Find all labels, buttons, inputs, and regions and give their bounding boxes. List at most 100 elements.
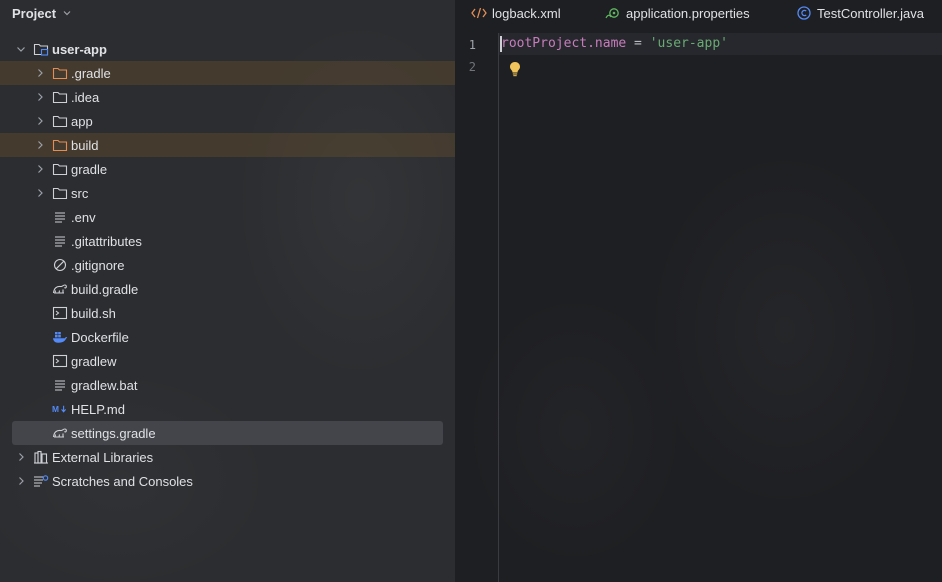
tree-item-build-sh[interactable]: build.sh xyxy=(0,301,455,325)
gradle-elephant-icon xyxy=(52,425,68,441)
project-tool-window: Project user-app .gradle .idea app build grad… xyxy=(0,0,455,582)
gradle-elephant-icon xyxy=(52,281,68,297)
java-class-icon xyxy=(797,6,811,20)
tree-item-label: src xyxy=(71,185,89,201)
tree-expander[interactable] xyxy=(15,451,27,463)
project-tree: user-app .gradle .idea app build gradle src .en… xyxy=(0,37,455,493)
tree-item-external-libraries[interactable]: External Libraries xyxy=(0,445,455,469)
tree-expander[interactable] xyxy=(34,67,46,79)
text-caret xyxy=(500,36,502,52)
tree-item-build-gradle[interactable]: build.gradle xyxy=(0,277,455,301)
tree-expander[interactable] xyxy=(34,163,46,175)
tree-item-label: gradlew xyxy=(71,353,117,369)
tree-item-label: build.sh xyxy=(71,305,116,321)
xml-tag-icon xyxy=(471,7,487,19)
tree-item-build[interactable]: build xyxy=(0,133,455,157)
code-string: 'user-app' xyxy=(649,36,728,51)
tree-item-help-md[interactable]: M HELP.md xyxy=(0,397,455,421)
tree-expander[interactable] xyxy=(34,187,46,199)
folder-excluded-icon xyxy=(52,65,68,81)
tab-label: TestController.java xyxy=(817,5,924,21)
markdown-icon: M xyxy=(52,401,68,417)
folder-icon xyxy=(52,161,68,177)
tree-item-src[interactable]: src xyxy=(0,181,455,205)
tree-item-label: build xyxy=(71,137,99,153)
chevron-right-icon[interactable] xyxy=(35,188,45,198)
tree-expander[interactable] xyxy=(15,43,27,55)
tab-label: application.properties xyxy=(626,5,750,21)
tree-item-label: External Libraries xyxy=(52,449,154,465)
editor-area: logback.xml application.properties TestC… xyxy=(455,0,942,582)
shell-script-icon xyxy=(52,353,68,369)
tree-item-label: settings.gradle xyxy=(71,425,156,441)
tree-item-gitignore[interactable]: .gitignore xyxy=(0,253,455,277)
code-line-1[interactable]: rootProject.name = 'user-app' xyxy=(501,36,728,51)
tree-item-label: app xyxy=(71,113,93,129)
tree-item-label: gradle xyxy=(71,161,108,177)
chevron-right-icon[interactable] xyxy=(35,140,45,150)
tree-expander[interactable] xyxy=(34,115,46,127)
tree-item-label: HELP.md xyxy=(71,401,125,417)
tree-item-user-app[interactable]: user-app xyxy=(0,37,455,61)
panel-title: Project xyxy=(12,5,57,21)
tree-item-label: .gitattributes xyxy=(71,233,142,249)
tree-item-label: gradlew.bat xyxy=(71,377,138,393)
background-wallpaper xyxy=(455,0,942,582)
tab-label: logback.xml xyxy=(492,5,561,21)
tree-item-settings-gradle[interactable]: settings.gradle xyxy=(12,421,443,445)
chevron-right-icon[interactable] xyxy=(35,164,45,174)
tree-item-idea[interactable]: .idea xyxy=(0,85,455,109)
tree-expander[interactable] xyxy=(34,91,46,103)
tree-item-env[interactable]: .env xyxy=(0,205,455,229)
tree-item-label: .gradle xyxy=(71,65,111,81)
tree-item-label: Dockerfile xyxy=(71,329,129,345)
scratches-icon xyxy=(33,473,49,489)
project-view-selector[interactable]: Project xyxy=(12,4,72,22)
chevron-down-icon xyxy=(63,11,71,16)
text-file-icon xyxy=(52,209,68,225)
tree-item-gradle[interactable]: .gradle xyxy=(0,61,455,85)
tree-item-dockerfile[interactable]: Dockerfile xyxy=(0,325,455,349)
tree-item-label: build.gradle xyxy=(71,281,139,297)
line-number-gutter[interactable]: 1 2 xyxy=(455,33,499,582)
folder-excluded-icon xyxy=(52,137,68,153)
folder-icon xyxy=(52,185,68,201)
chevron-right-icon[interactable] xyxy=(35,68,45,78)
tree-item-gradlew-bat[interactable]: gradlew.bat xyxy=(0,373,455,397)
code-operator: = xyxy=(626,36,650,51)
text-file-icon xyxy=(52,233,68,249)
module-folder-icon xyxy=(33,41,49,57)
shell-script-icon xyxy=(52,305,68,321)
chevron-right-icon[interactable] xyxy=(35,92,45,102)
libraries-icon xyxy=(33,449,49,465)
text-file-icon xyxy=(52,377,68,393)
tree-item-label: user-app xyxy=(52,41,107,57)
folder-icon xyxy=(52,89,68,105)
chevron-right-icon[interactable] xyxy=(16,452,26,462)
tab-application-properties[interactable]: application.properties xyxy=(605,3,750,23)
tree-item-gradlew[interactable]: gradlew xyxy=(0,349,455,373)
tree-item-label: .gitignore xyxy=(71,257,125,273)
tree-item-app[interactable]: app xyxy=(0,109,455,133)
tree-item-gradle[interactable]: gradle xyxy=(0,157,455,181)
lightbulb-intention-icon[interactable] xyxy=(507,60,523,78)
tree-expander[interactable] xyxy=(34,139,46,151)
tree-item-gitattributes[interactable]: .gitattributes xyxy=(0,229,455,253)
chevron-down-icon[interactable] xyxy=(16,44,26,54)
chevron-right-icon[interactable] xyxy=(35,116,45,126)
tree-expander[interactable] xyxy=(15,475,27,487)
tree-item-label: .idea xyxy=(71,89,100,105)
tree-item-scratches-and-consoles[interactable]: Scratches and Consoles xyxy=(0,469,455,493)
tab-testcontroller-java[interactable]: TestController.java xyxy=(796,3,924,23)
tree-item-label: Scratches and Consoles xyxy=(52,473,193,489)
tree-item-label: .env xyxy=(71,209,96,225)
folder-icon xyxy=(52,113,68,129)
svg-text:M: M xyxy=(52,404,59,414)
code-property: rootProject.name xyxy=(501,36,627,51)
docker-whale-icon xyxy=(52,329,68,345)
line-number: 1 xyxy=(468,38,476,52)
tab-logback-xml[interactable]: logback.xml xyxy=(471,3,561,23)
ignore-file-icon xyxy=(52,257,68,273)
editor-tab-bar: logback.xml application.properties TestC… xyxy=(455,0,942,26)
chevron-right-icon[interactable] xyxy=(16,476,26,486)
